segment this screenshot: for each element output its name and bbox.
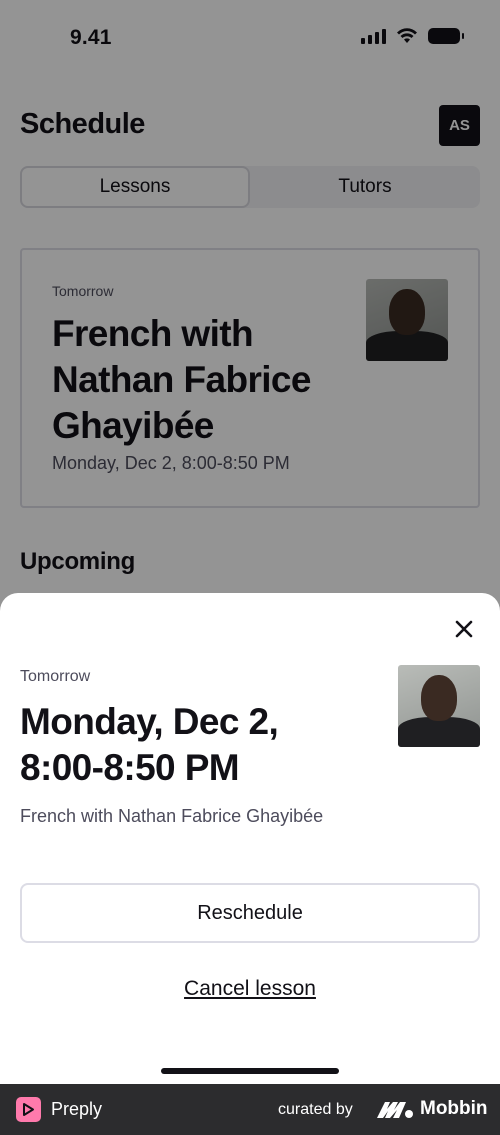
reschedule-button[interactable]: Reschedule [20, 883, 480, 943]
screen: 9.41 Schedule AS Lessons Tutors Tomorrow… [0, 0, 500, 1084]
close-icon[interactable] [452, 617, 476, 641]
sheet-title: Monday, Dec 2, 8:00-8:50 PM [20, 701, 279, 788]
footer-bar: Preply curated by Mobbin [0, 1084, 500, 1135]
curated-by-label: curated by [278, 1101, 353, 1118]
mobbin-logo-icon [377, 1102, 413, 1118]
home-indicator [161, 1068, 339, 1074]
sheet-subtitle: French with Nathan Fabrice Ghayibée [20, 806, 324, 826]
cancel-lesson-link[interactable]: Cancel lesson [0, 977, 500, 1001]
lesson-bottom-sheet: Tomorrow Monday, Dec 2, 8:00-8:50 PM Fre… [0, 593, 500, 1084]
sheet-when: Tomorrow [20, 668, 91, 685]
preply-name: Preply [51, 1099, 103, 1119]
tutor-photo [398, 665, 480, 747]
mobbin-name: Mobbin [420, 1098, 488, 1119]
preply-logo-icon [16, 1097, 41, 1122]
